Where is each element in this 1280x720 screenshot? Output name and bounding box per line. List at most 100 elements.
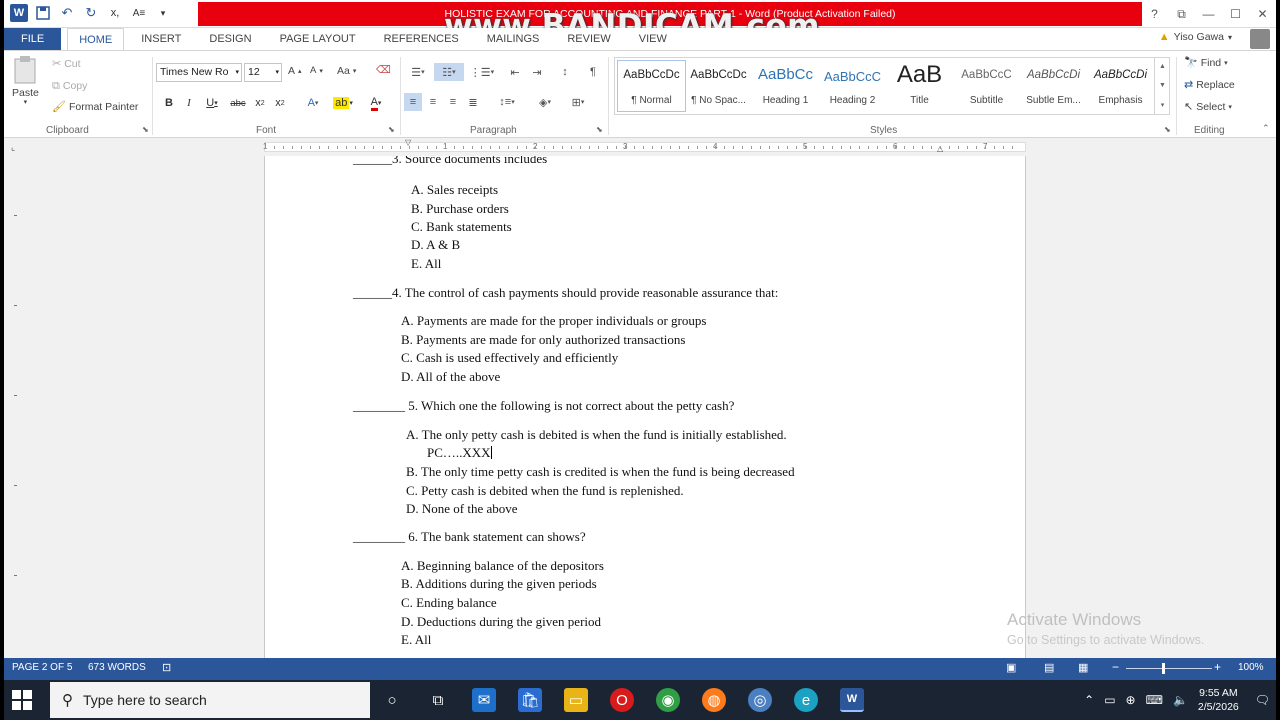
align-center-button[interactable]: ≡ [424, 93, 442, 111]
taskbar-clock[interactable]: 9:55 AM 2/5/2026 [1198, 686, 1239, 714]
file-explorer-icon[interactable]: ▭ [564, 688, 588, 712]
more-icon[interactable]: ▾ [1161, 101, 1165, 109]
vertical-ruler[interactable] [8, 160, 22, 657]
help-icon[interactable]: ? [1141, 0, 1168, 28]
zoom-out-icon[interactable]: − [1112, 660, 1119, 674]
tab-review[interactable]: REVIEW [556, 28, 621, 50]
web-layout-icon[interactable]: ▦ [1078, 661, 1088, 674]
word-count[interactable]: 673 WORDS [88, 662, 146, 673]
volume-icon[interactable]: 🔈 [1173, 693, 1188, 707]
subscript-button[interactable]: x2 [252, 94, 268, 112]
avatar[interactable] [1250, 29, 1270, 49]
underline-button[interactable]: U ▾ [202, 94, 222, 112]
zoom-in-icon[interactable]: + [1214, 660, 1221, 674]
undo-icon[interactable]: ↶ [58, 4, 76, 22]
increase-indent-button[interactable]: ⇥ [528, 63, 546, 81]
cut-button[interactable]: ✂ Cut [52, 58, 81, 70]
tab-view[interactable]: VIEW [628, 28, 678, 50]
keyboard-icon[interactable]: ⌨ [1146, 693, 1163, 707]
word-taskbar-icon[interactable]: W [840, 688, 864, 712]
redo-icon[interactable]: ↻ [82, 4, 100, 22]
line-spacing-button[interactable]: ↕≡ ▾ [494, 93, 520, 111]
horizontal-ruler[interactable]: 1 1 2 3 4 5 6 7 ▽ △ [263, 138, 1026, 153]
close-icon[interactable]: ✕ [1249, 0, 1276, 28]
battery-icon[interactable]: ▭ [1104, 693, 1115, 707]
task-view-icon[interactable]: ⧉ [426, 688, 450, 712]
font-color-button[interactable]: A ▾ [362, 94, 390, 112]
firefox-icon[interactable]: ◍ [702, 688, 726, 712]
dialog-launcher-icon[interactable]: ⬊ [596, 125, 603, 134]
tab-file[interactable]: FILE [4, 28, 62, 50]
tab-references[interactable]: REFERENCES [373, 28, 470, 50]
taskbar-search[interactable]: ⚲ Type here to search [50, 682, 370, 718]
edge-icon[interactable]: e [794, 688, 818, 712]
select-button[interactable]: ↖ Select ▾ [1184, 101, 1232, 113]
borders-button[interactable]: ⊞ ▾ [564, 93, 592, 111]
style-heading-2[interactable]: AaBbCcC Heading 2 [819, 61, 886, 111]
tab-design[interactable]: DESIGN [198, 28, 262, 50]
ribbon-display-icon[interactable]: ⧉ [1168, 0, 1195, 28]
print-layout-icon[interactable]: ▤ [1044, 661, 1054, 674]
find-button[interactable]: 🔭 Find ▾ [1184, 57, 1228, 69]
chevron-up-icon[interactable]: ▲ [1159, 63, 1166, 70]
copy-button[interactable]: ⧉ Copy [52, 80, 87, 92]
tab-selector-icon[interactable]: ⌞ [11, 142, 21, 152]
style-title[interactable]: AaB Title [886, 61, 953, 111]
opera-icon[interactable]: O [610, 688, 634, 712]
multilevel-list-button[interactable]: ⋮☰ ▾ [468, 63, 496, 81]
save-icon[interactable] [34, 4, 52, 22]
format-painter-button[interactable]: 🖌 Format Painter [52, 101, 138, 113]
document-page[interactable]: ______3. Source documents includes A. Sa… [264, 156, 1026, 658]
network-icon[interactable]: ⊕ [1126, 693, 1136, 707]
clear-formatting-icon[interactable]: x, [106, 4, 124, 22]
zoom-slider[interactable] [1126, 668, 1212, 669]
shrink-font-button[interactable]: A ▾ [310, 65, 323, 76]
align-left-button[interactable]: ≡ [404, 93, 422, 111]
maximize-icon[interactable]: ☐ [1222, 0, 1249, 28]
clear-format-icon[interactable]: ⌫ [376, 64, 391, 76]
collapse-ribbon-icon[interactable]: ⌃ [1262, 123, 1270, 134]
font-size-combo[interactable]: 12 ▾ [244, 63, 282, 82]
superscript-button[interactable]: x2 [272, 94, 288, 112]
page-count[interactable]: PAGE 2 OF 5 [12, 662, 72, 673]
show-marks-button[interactable]: ¶ [584, 63, 602, 81]
styles-scroll[interactable]: ▲ ▼ ▾ [1154, 57, 1170, 115]
grow-font-button[interactable]: A ▴ [288, 65, 302, 77]
paste-button[interactable]: Paste ▾ [12, 55, 39, 106]
tab-home[interactable]: HOME [67, 28, 125, 50]
style-subtitle[interactable]: AaBbCcC Subtitle [953, 61, 1020, 111]
strikethrough-button[interactable]: abc [228, 94, 248, 112]
user-account[interactable]: ▲ Yiso Gawa ▾ [1159, 31, 1232, 43]
windows-start-icon[interactable] [12, 690, 34, 710]
highlight-button[interactable]: ab ▾ [330, 94, 356, 112]
dialog-launcher-icon[interactable]: ⬊ [142, 125, 149, 134]
read-mode-icon[interactable]: ▣ [1006, 661, 1016, 674]
sort-button[interactable]: ↕ [556, 63, 574, 81]
decrease-indent-button[interactable]: ⇤ [506, 63, 524, 81]
tab-insert[interactable]: INSERT [130, 28, 192, 50]
globe-app-icon[interactable]: ◎ [748, 688, 772, 712]
notification-icon[interactable]: 🗨 [1255, 693, 1270, 707]
proofing-icon[interactable]: ⊡ [162, 661, 171, 674]
word-app-icon[interactable]: W [10, 4, 28, 22]
style-normal[interactable]: AaBbCcDc ¶ Normal [617, 60, 686, 112]
font-name-combo[interactable]: Times New Ro ▾ [156, 63, 242, 82]
chrome-icon[interactable]: ◉ [656, 688, 680, 712]
cortana-icon[interactable]: ○ [380, 688, 404, 712]
change-case-button[interactable]: Aa ▾ [337, 65, 356, 77]
style-subtle-emphasis[interactable]: AaBbCcDi Subtle Em... [1020, 61, 1087, 111]
justify-button[interactable]: ≣ [464, 93, 482, 111]
style-no-spacing[interactable]: AaBbCcDc ¶ No Spac... [685, 61, 752, 111]
minimize-icon[interactable]: — [1195, 0, 1222, 28]
bullets-button[interactable]: ☰ ▾ [404, 63, 432, 81]
dialog-launcher-icon[interactable]: ⬊ [388, 125, 395, 134]
mail-icon[interactable]: ✉ [472, 688, 496, 712]
style-quick-icon[interactable]: A≡ [130, 4, 148, 22]
italic-button[interactable]: I [182, 94, 196, 112]
replace-button[interactable]: ⇄ Replace [1184, 79, 1235, 91]
numbering-button[interactable]: ☷ ▾ [434, 63, 464, 81]
shading-button[interactable]: ◈ ▾ [532, 93, 558, 111]
tab-mailings[interactable]: MAILINGS [476, 28, 551, 50]
store-icon[interactable]: 🛍 [518, 688, 542, 712]
zoom-slider-handle[interactable] [1162, 663, 1165, 674]
